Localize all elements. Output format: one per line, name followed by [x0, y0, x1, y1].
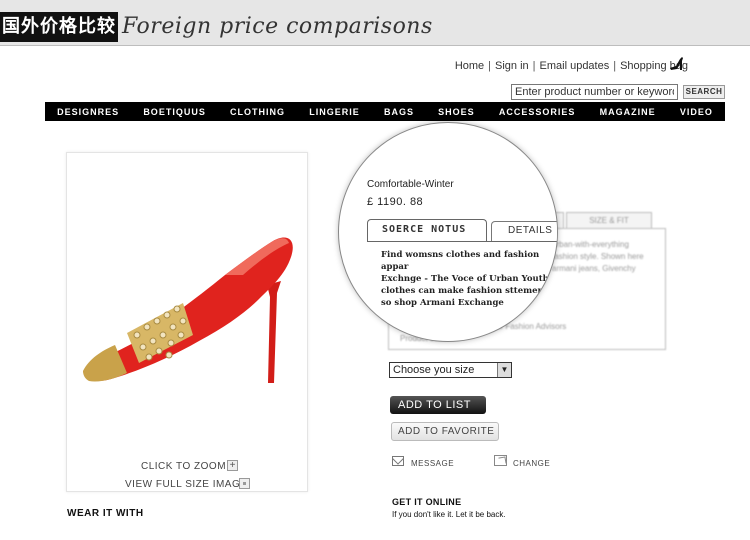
wear-it-with-heading: WEAR IT WITH	[67, 508, 144, 519]
size-select-value: Choose you size	[393, 364, 475, 376]
nav-accessories[interactable]: ACCESSORIES	[499, 107, 576, 117]
nav-designers[interactable]: DESIGNRES	[57, 107, 119, 117]
title-band: 国外价格比较 Foreign price comparisons	[0, 0, 750, 46]
nav-shoes[interactable]: SHOES	[438, 107, 475, 117]
search-button[interactable]: SEARCH	[683, 85, 725, 99]
nav-magazine[interactable]: MAGAZINE	[600, 107, 656, 117]
add-to-list-button[interactable]: ADD TO LIST	[390, 396, 486, 414]
click-to-zoom-link[interactable]: CLICK TO ZOOM	[141, 461, 226, 472]
description-line: so shop Armani Exchange	[381, 298, 504, 308]
product-image-panel: CLICK TO ZOOM + VIEW FULL SIZE IMAGE	[66, 152, 308, 492]
tab-details[interactable]: DETAILS	[491, 221, 557, 241]
size-select[interactable]: Choose you size ▼	[389, 362, 512, 378]
search-input[interactable]	[511, 84, 678, 100]
add-to-favorite-button[interactable]: ADD TO FAVORITE	[391, 422, 499, 441]
get-it-online-heading: GET IT ONLINE	[392, 497, 462, 507]
description-line: clothes can make fashion sttements	[381, 286, 553, 296]
home-link[interactable]: Home	[455, 60, 484, 72]
zoom-plus-icon[interactable]: +	[227, 460, 238, 471]
description-line: Exchnge - The Voce of Urban Youth.	[381, 274, 552, 284]
view-full-size-link[interactable]: VIEW FULL SIZE IMAGE	[125, 479, 247, 490]
sign-in-link[interactable]: Sign in	[495, 60, 529, 72]
high-heel-icon[interactable]	[668, 55, 686, 73]
change-link[interactable]: CHANGE	[513, 459, 550, 468]
message-link[interactable]: MESSAGE	[411, 459, 454, 468]
product-name: Comfortable-Winter	[367, 179, 454, 190]
product-price: £ 1190. 88	[367, 196, 424, 208]
email-updates-link[interactable]: Email updates	[540, 60, 610, 72]
nav-lingerie[interactable]: LINGERIE	[309, 107, 360, 117]
nav-clothing[interactable]: CLOTHING	[230, 107, 285, 117]
product-shoe-image[interactable]	[75, 223, 301, 403]
nav-bags[interactable]: BAGS	[384, 107, 414, 117]
chinese-title: 国外价格比较	[0, 12, 118, 42]
nav-boutiques[interactable]: BOETIQUUS	[143, 107, 206, 117]
separator: |	[488, 60, 492, 72]
script-title: Foreign price comparisons	[122, 14, 433, 39]
separator: |	[532, 60, 536, 72]
blurred-text-line: urban-with-everything	[552, 240, 629, 249]
magnifier-lens: Comfortable-Winter £ 1190. 88 SOERCE NOT…	[338, 122, 558, 342]
get-it-online-subtext: If you don't like it. Let it be back.	[392, 510, 506, 519]
tab-divider	[367, 241, 557, 242]
description-line: Find womsns clothes and fashion appar	[381, 250, 540, 272]
blurred-text-line: fashion style. Shown here	[552, 252, 644, 261]
envelope-icon[interactable]	[392, 456, 404, 466]
edit-icon[interactable]	[494, 455, 507, 466]
full-size-icon[interactable]	[239, 478, 250, 489]
blurred-tab-size-fit[interactable]: SIZE & FIT	[566, 212, 652, 229]
separator: |	[613, 60, 617, 72]
main-nav: DESIGNRES BOETIQUUS CLOTHING LINGERIE BA…	[45, 102, 725, 121]
nav-video[interactable]: VIDEO	[680, 107, 713, 117]
chevron-down-icon[interactable]: ▼	[497, 363, 511, 377]
product-description: Find womsns clothes and fashion appar Ex…	[381, 249, 556, 309]
tab-source-notes[interactable]: SOERCE NOTUS	[367, 219, 487, 241]
blurred-text-line: armani jeans, Givenchy	[552, 264, 636, 273]
utility-links: Home | Sign in | Email updates | Shopping bag	[455, 60, 688, 72]
